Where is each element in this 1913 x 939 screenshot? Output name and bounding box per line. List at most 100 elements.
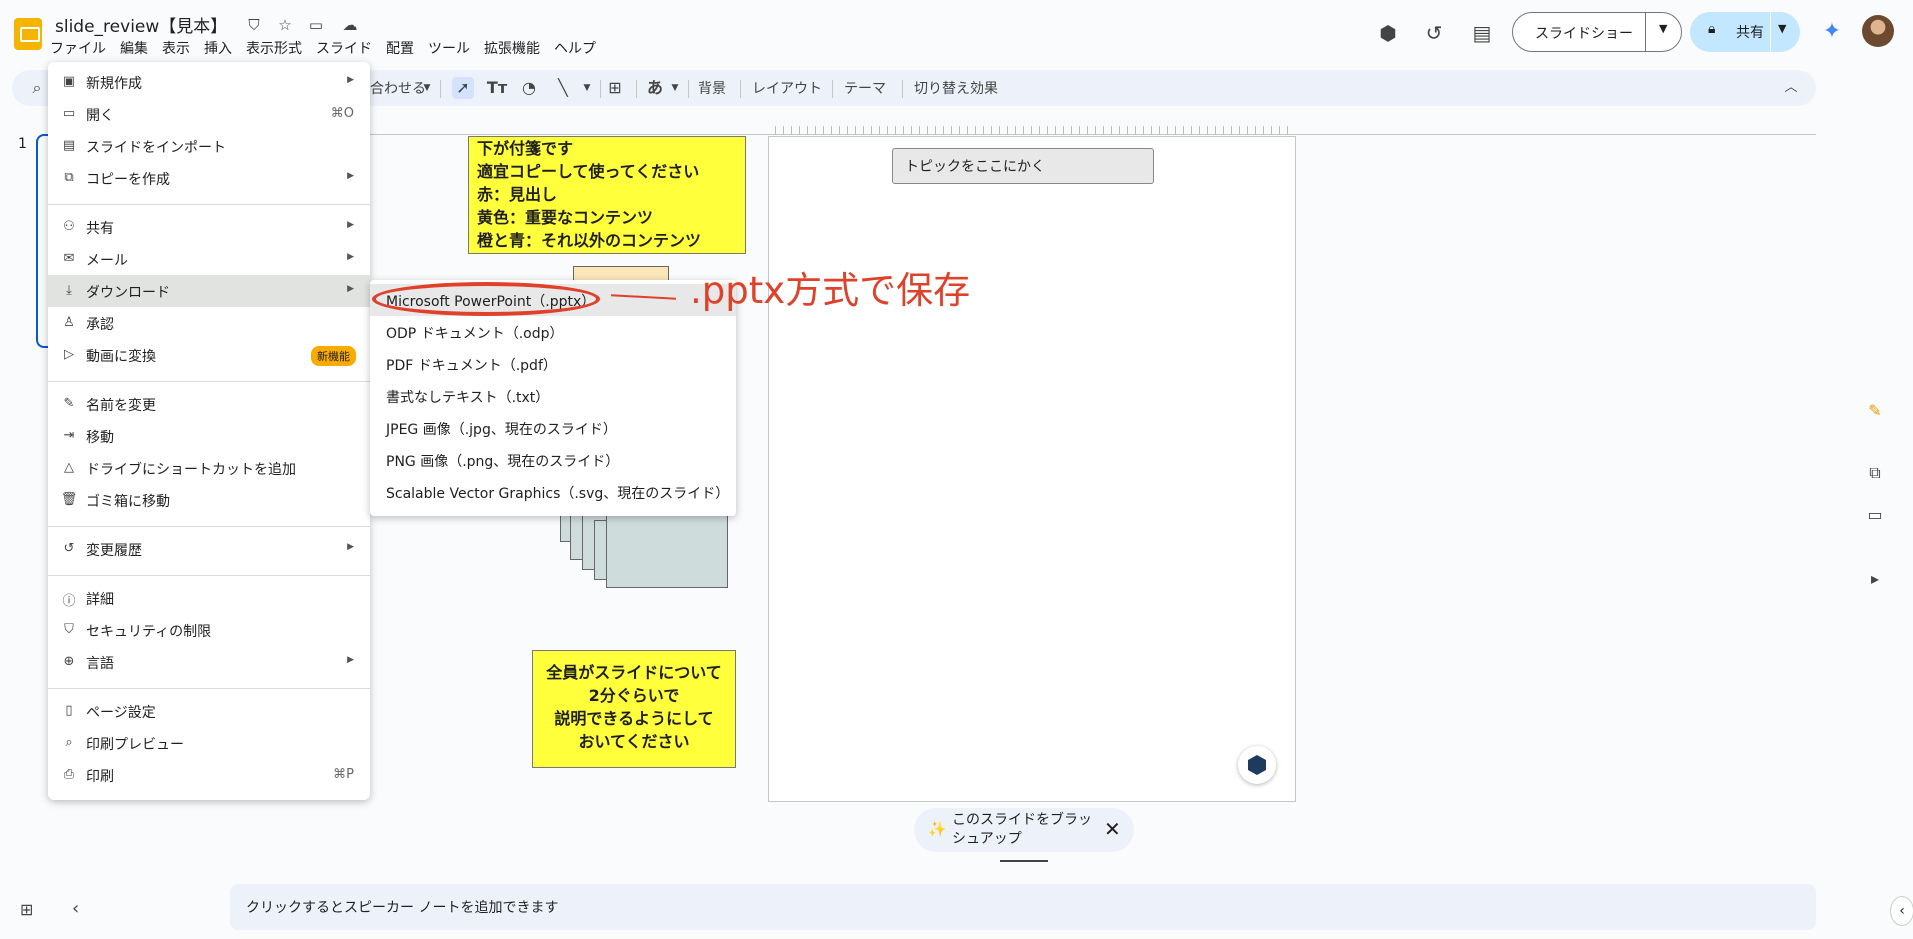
download-odp[interactable]: ODP ドキュメント（.odp） (370, 316, 736, 348)
sticky-line: おいてください (578, 732, 690, 751)
add-comment-icon[interactable]: ⊞ (604, 77, 626, 99)
menu-format[interactable]: 表示形式 (246, 38, 302, 58)
menu-item-make-copy[interactable]: ⧉ コピーを作成 ▶ (48, 162, 370, 194)
sticky-note-reminder[interactable]: 全員がスライドについて 2分ぐらいで 説明できるようにして おいてください (532, 650, 736, 768)
menu-item-move[interactable]: ⇥ 移動 (48, 420, 370, 452)
transition-button[interactable]: 切り替え効果 (914, 78, 998, 98)
download-svg[interactable]: Scalable Vector Graphics（.svg、現在のスライド） (370, 476, 736, 508)
menu-extensions[interactable]: 拡張機能 (484, 38, 540, 58)
person-add-icon: ⚇ (63, 219, 75, 234)
slideshow-divider (1645, 13, 1646, 51)
slideshow-label: スライドショー (1535, 26, 1633, 42)
menu-bar: ファイル 編集 表示 挿入 表示形式 スライド 配置 ツール 拡張機能 ヘルプ (50, 38, 610, 58)
floating-assistant-icon[interactable] (1238, 746, 1276, 784)
menu-item-add-shortcut[interactable]: △ ドライブにショートカットを追加 (48, 452, 370, 484)
menu-item-approvals[interactable]: ♙ 承認 (48, 307, 370, 339)
download-txt[interactable]: 書式なしテキスト（.txt） (370, 380, 736, 412)
menu-item-share[interactable]: ⚇ 共有 ▶ (48, 211, 370, 243)
shape-icon[interactable]: ◔ (518, 77, 540, 99)
menu-help[interactable]: ヘルプ (554, 38, 596, 58)
sticky-note-instructions[interactable]: 下が付箋です 適宜コピーして使ってください 赤：見出し 黄色：重要なコンテンツ … (468, 136, 746, 254)
star-icon[interactable]: ☆ (275, 15, 295, 35)
extension-hex-icon[interactable]: ⬢ (1374, 19, 1402, 47)
menu-item-email[interactable]: ✉ メール ▶ (48, 243, 370, 275)
gemini-sparkle-icon[interactable]: ✦ (1818, 18, 1846, 46)
toolbar-divider (832, 80, 833, 98)
close-icon[interactable]: ✕ (1104, 817, 1121, 841)
download-pdf[interactable]: PDF ドキュメント（.pdf） (370, 348, 736, 380)
layout-button[interactable]: レイアウト (752, 78, 822, 98)
background-button[interactable]: 背景 (698, 78, 726, 98)
menu-item-security[interactable]: ⛉ セキュリティの制限 (48, 614, 370, 646)
toolbar-divider (902, 80, 903, 98)
slideshow-dropdown-icon[interactable]: ▼ (1659, 22, 1667, 35)
menu-edit[interactable]: 編集 (120, 38, 148, 58)
submenu-arrow-icon: ▶ (347, 75, 354, 85)
collapse-toolbar-icon[interactable]: ︿ (1780, 77, 1802, 99)
collapse-side-panel-icon[interactable]: ‹ (1890, 896, 1913, 926)
menu-item-language[interactable]: ⊕ 言語 ▶ (48, 646, 370, 678)
menu-slide[interactable]: スライド (316, 38, 372, 58)
theme-button[interactable]: テーマ (844, 78, 886, 98)
avatar[interactable] (1862, 15, 1894, 47)
polish-slide-label: このスライドをブラッシュアップ (952, 812, 1092, 847)
topic-text-box[interactable]: トピックをここにかく (892, 148, 1154, 184)
polish-slide-chip[interactable]: ✨ このスライドをブラッシュアップ ✕ (914, 808, 1134, 852)
input-tools-dropdown-icon[interactable]: ▼ (664, 77, 686, 99)
menu-file[interactable]: ファイル (50, 38, 106, 58)
play-box-icon[interactable]: ▸ (1860, 564, 1890, 594)
slideshow-button[interactable]: スライドショー ▼ (1512, 12, 1682, 52)
select-cursor-icon[interactable]: ➚ (452, 77, 474, 99)
share-button[interactable]: 🔒︎ 共有 ▼ (1690, 12, 1800, 52)
sticky-line: 説明できるようにして (554, 709, 714, 728)
search-menus-icon[interactable]: ⌕ (26, 77, 48, 99)
slides-logo-icon[interactable] (14, 18, 42, 50)
download-jpg[interactable]: JPEG 画像（.jpg、現在のスライド） (370, 412, 736, 444)
comments-icon[interactable]: ▤ (1468, 19, 1496, 47)
document-title[interactable]: slide_review【見本】 (55, 12, 227, 37)
resize-handle[interactable] (1000, 860, 1048, 862)
line-dropdown-icon[interactable]: ▼ (576, 77, 598, 99)
move-folder-icon[interactable]: ▭ (306, 15, 326, 35)
submenu-arrow-icon: ▶ (347, 542, 354, 552)
menu-item-version-history[interactable]: ↺ 変更履歴 ▶ (48, 533, 370, 565)
menu-item-print-preview[interactable]: ⌕ 印刷プレビュー (48, 727, 370, 759)
menu-item-new[interactable]: ▣ 新規作成 ▶ (48, 66, 370, 98)
menu-item-print[interactable]: ⎙ 印刷 ⌘P (48, 759, 370, 791)
menu-item-convert-video[interactable]: ▷ 動画に変換 新機能 (48, 339, 370, 371)
menu-divider (48, 204, 370, 205)
input-tools-icon[interactable]: あ (644, 77, 666, 99)
toolbar-divider (440, 80, 441, 98)
download-png[interactable]: PNG 画像（.png、現在のスライド） (370, 444, 736, 476)
menu-item-trash[interactable]: 🗑︎ ゴミ箱に移動 (48, 484, 370, 516)
grid-view-icon[interactable]: ⊞ (20, 900, 33, 919)
speaker-notes-field[interactable]: クリックするとスピーカー ノートを追加できます (230, 884, 1816, 930)
menu-item-download[interactable]: ⤓ ダウンロード ▶ (48, 275, 370, 307)
version-history-icon[interactable]: ↺ (1420, 19, 1448, 47)
share-dropdown-icon[interactable]: ▼ (1778, 22, 1786, 35)
info-icon: ⓘ (62, 594, 76, 609)
menu-item-page-setup[interactable]: ▯ ページ設定 (48, 695, 370, 727)
submenu-arrow-icon: ▶ (347, 655, 354, 665)
menu-tools[interactable]: ツール (428, 38, 470, 58)
menu-item-details[interactable]: ⓘ 詳細 (48, 582, 370, 614)
text-box-icon[interactable]: Tт (486, 77, 508, 99)
collapse-filmstrip-icon[interactable]: ‹ (72, 898, 79, 919)
image-person-icon[interactable]: ⧉ (1860, 458, 1890, 488)
line-icon[interactable]: ╲ (552, 77, 574, 99)
chevron-down-icon[interactable]: ▼ (416, 77, 438, 99)
folder-icon[interactable]: ▭ (1860, 500, 1890, 530)
menu-item-open[interactable]: ▭ 開く ⌘O (48, 98, 370, 130)
slide-canvas[interactable] (768, 136, 1296, 802)
ai-brush-icon[interactable]: ✎ (1860, 396, 1890, 426)
stacked-sticky-shape[interactable] (606, 512, 728, 588)
menu-item-import-slides[interactable]: ▤ スライドをインポート (48, 130, 370, 162)
copy-icon: ⧉ (64, 170, 74, 185)
menu-view[interactable]: 表示 (162, 38, 190, 58)
menu-item-rename[interactable]: ✎ 名前を変更 (48, 388, 370, 420)
shield-icon[interactable]: ⛉ (244, 15, 264, 35)
menu-arrange[interactable]: 配置 (386, 38, 414, 58)
menu-insert[interactable]: 挿入 (204, 38, 232, 58)
mail-icon: ✉ (63, 251, 75, 266)
sticky-line: 全員がスライドについて (546, 663, 722, 682)
